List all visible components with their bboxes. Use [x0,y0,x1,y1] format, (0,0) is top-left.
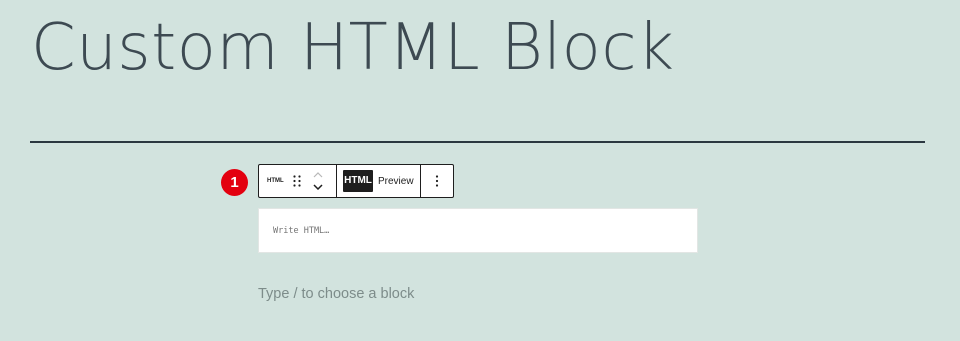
chevron-up-icon [313,172,323,178]
block-appender-prompt[interactable]: Type / to choose a block [258,286,414,302]
tab-preview[interactable]: Preview [378,176,414,187]
html-code-editor[interactable]: Write HTML… [258,208,698,253]
block-controls-group: HTML [259,165,337,197]
more-vertical-icon [435,175,439,187]
drag-handle-icon[interactable] [292,174,302,188]
html-editor-placeholder: Write HTML… [273,226,330,236]
separator-block[interactable] [30,141,925,143]
block-toolbar: HTML HTML Preview [258,164,454,198]
move-down-button[interactable] [311,181,325,193]
step-number-badge: 1 [221,169,248,196]
tab-html[interactable]: HTML [343,170,373,192]
chevron-down-icon [313,184,323,190]
html-preview-tabs: HTML Preview [337,165,421,197]
more-options-button[interactable] [421,165,453,197]
block-type-html-label[interactable]: HTML [267,178,287,184]
page-title[interactable]: Custom HTML Block [31,6,675,90]
move-up-button[interactable] [311,169,325,181]
block-movers [311,166,325,196]
